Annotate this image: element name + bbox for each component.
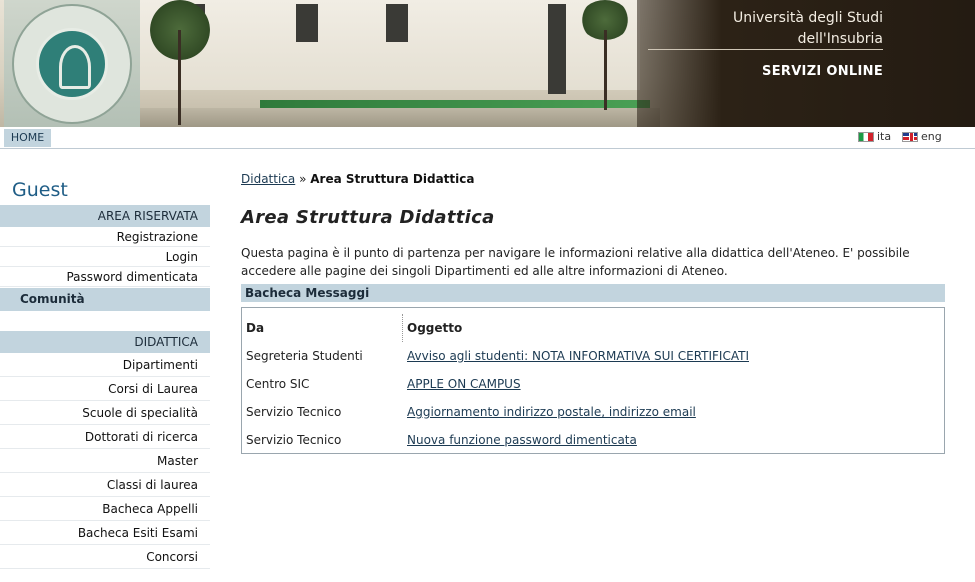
university-name: Università degli Studi dell'Insubria — [732, 10, 883, 47]
message-from: Segreteria Studenti — [246, 349, 363, 363]
uk-flag-icon — [902, 131, 918, 142]
sidebar-item-corsi-di-laurea[interactable]: Corsi di Laurea — [0, 377, 210, 401]
message-subject-link[interactable]: Nuova funzione password dimenticata — [407, 426, 637, 454]
banner-trunk — [604, 30, 607, 110]
header-banner: Università degli Studi dell'Insubria SER… — [0, 0, 975, 127]
sidebar-item-comunita[interactable]: Comunità — [0, 288, 210, 311]
breadcrumb: Didattica » Area Struttura Didattica — [241, 172, 474, 186]
services-label: SERVIZI ONLINE — [762, 64, 883, 79]
intro-text: Questa pagina è il punto di partenza per… — [241, 246, 910, 278]
user-name: Guest — [12, 179, 68, 201]
message-subject-link[interactable]: Avviso agli studenti: NOTA INFORMATIVA S… — [407, 342, 749, 370]
message-from: Servizio Tecnico — [246, 405, 342, 419]
message-subject-link[interactable]: Aggiornamento indirizzo postale, indiriz… — [407, 398, 696, 426]
message-from: Servizio Tecnico — [246, 433, 342, 447]
table-row: Centro SIC APPLE ON CAMPUS — [242, 370, 944, 398]
university-seal-logo — [12, 4, 132, 124]
lang-ita-label: ita — [877, 130, 892, 143]
table-header-row: Da Oggetto — [242, 314, 944, 342]
banner-ground — [140, 108, 660, 127]
sidebar-item-scuole-di-specialita[interactable]: Scuole di specialità — [0, 401, 210, 425]
column-header-oggetto: Oggetto — [407, 321, 463, 335]
table-row: Servizio Tecnico Aggiornamento indirizzo… — [242, 398, 944, 426]
sidebar-item-concorsi[interactable]: Concorsi — [0, 545, 210, 569]
breadcrumb-current: Area Struttura Didattica — [310, 172, 475, 186]
breadcrumb-link-didattica[interactable]: Didattica — [241, 172, 295, 186]
bacheca-header: Bacheca Messaggi — [241, 284, 945, 302]
italy-flag-icon — [858, 131, 874, 142]
column-header-da: Da — [246, 321, 265, 335]
breadcrumb-separator: » — [299, 172, 307, 186]
sidebar-item-bacheca-esiti-esami[interactable]: Bacheca Esiti Esami — [0, 521, 210, 545]
banner-door — [548, 4, 566, 94]
sidebar-item-bacheca-appelli[interactable]: Bacheca Appelli — [0, 497, 210, 521]
top-nav: HOME ita eng — [0, 127, 975, 149]
sidebar-item-password-dimenticata[interactable]: Password dimenticata — [0, 267, 210, 287]
sidebar-item-dottorati[interactable]: Dottorati di ricerca — [0, 425, 210, 449]
lang-eng[interactable]: eng — [902, 130, 942, 143]
message-subject-link[interactable]: APPLE ON CAMPUS — [407, 370, 521, 398]
table-row: Servizio Tecnico Nuova funzione password… — [242, 426, 944, 454]
section-area-riservata: AREA RISERVATA — [0, 205, 210, 227]
banner-window — [296, 4, 318, 42]
sidebar-item-dipartimenti[interactable]: Dipartimenti — [0, 353, 210, 377]
title-divider — [648, 49, 883, 50]
banner-window — [386, 4, 408, 42]
messages-table: Da Oggetto Segreteria Studenti Avviso ag… — [241, 307, 945, 454]
sidebar-item-login[interactable]: Login — [0, 247, 210, 267]
sidebar-item-registrazione[interactable]: Registrazione — [0, 227, 210, 247]
sidebar-item-master[interactable]: Master — [0, 449, 210, 473]
lang-ita[interactable]: ita — [858, 130, 891, 143]
sidebar: Guest AREA RISERVATA Registrazione Login… — [0, 175, 210, 569]
sidebar-item-classi-di-laurea[interactable]: Classi di laurea — [0, 473, 210, 497]
table-row: Segreteria Studenti Avviso agli studenti… — [242, 342, 944, 370]
message-from: Centro SIC — [246, 377, 310, 391]
page-title: Area Struttura Didattica — [241, 207, 495, 228]
banner-trunk — [178, 30, 181, 125]
lang-eng-label: eng — [921, 130, 942, 143]
home-button[interactable]: HOME — [4, 129, 51, 147]
section-didattica[interactable]: DIDATTICA — [0, 331, 210, 353]
